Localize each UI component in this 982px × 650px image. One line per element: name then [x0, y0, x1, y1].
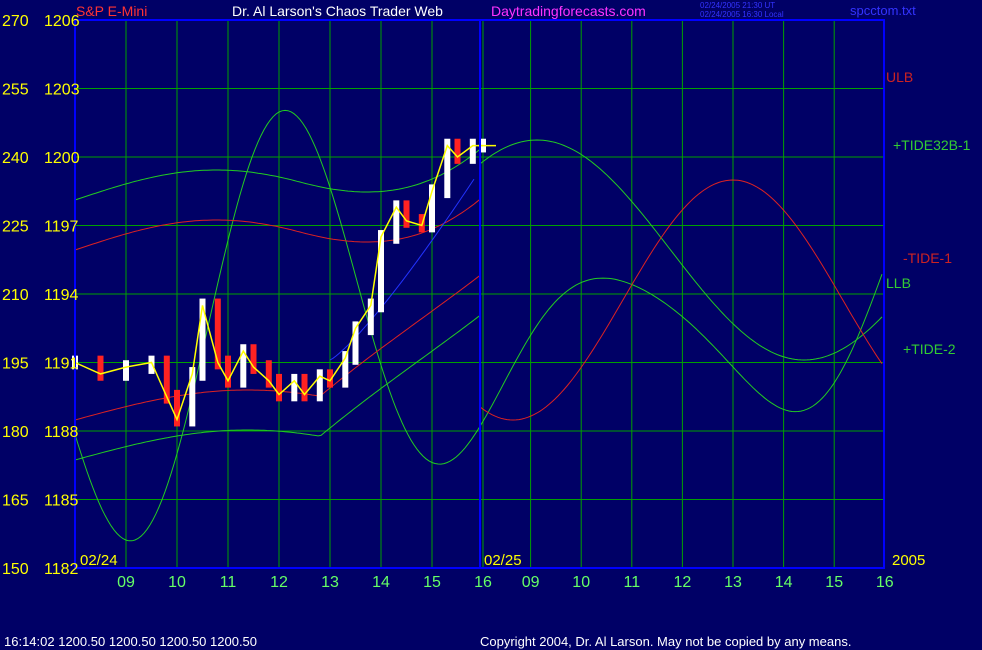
- y-label-left: 255: [2, 82, 29, 99]
- y-label-left: 150: [2, 561, 29, 578]
- y-label-price: 1188: [44, 424, 79, 441]
- copyright-notice: Copyright 2004, Dr. Al Larson. May not b…: [480, 634, 851, 649]
- price-bar: [469, 138, 476, 164]
- date-label: 02/24: [80, 552, 118, 569]
- y-label-price: 1182: [44, 561, 79, 578]
- y-label-left: 195: [2, 356, 29, 373]
- series-label: ULB: [886, 69, 913, 85]
- x-tick-label: 10: [572, 574, 590, 591]
- y-label-price: 1206: [44, 13, 80, 30]
- x-tick-label: 11: [220, 574, 237, 591]
- file-name: spcctom.txt: [850, 3, 916, 18]
- series-label: +TIDE32B-1: [893, 137, 971, 153]
- quote-line: 16:14:02 1200.50 1200.50 1200.50 1200.50: [4, 634, 257, 649]
- price-bar: [276, 373, 282, 402]
- x-tick-label: 09: [522, 574, 540, 591]
- x-tick-label: 16: [876, 574, 894, 591]
- y-label-price: 1200: [44, 150, 80, 167]
- price-bar: [454, 138, 461, 164]
- date-label: 02/25: [484, 552, 522, 569]
- site-title: Dr. Al Larson's Chaos Trader Web: [232, 3, 443, 19]
- chart-canvas: 270 255 240 225 210 195 180 165 150 1206 1203 1200 1…: [0, 0, 982, 650]
- x-tick-label: 12: [674, 574, 692, 591]
- price-bar: [378, 230, 384, 313]
- timestamp-local: 02/24/2005 16:30 Local: [700, 10, 784, 19]
- price-bar: [403, 200, 410, 228]
- x-tick-label: 14: [775, 574, 793, 591]
- price-bar: [291, 373, 298, 402]
- x-tick-label: 10: [168, 574, 186, 591]
- y-label-left: 165: [2, 493, 29, 510]
- price-bar: [123, 360, 129, 381]
- y-label-left: 240: [2, 150, 29, 167]
- instrument-title: S&P E-Mini: [76, 3, 147, 19]
- y-label-price: 1203: [44, 82, 80, 99]
- y-label-left: 180: [2, 424, 29, 441]
- y-label-price: 1191: [44, 356, 79, 373]
- y-label-left: 225: [2, 219, 29, 236]
- x-tick-label: 15: [825, 574, 843, 591]
- series-label: +TIDE-2: [903, 341, 956, 357]
- price-bar: [97, 355, 104, 381]
- series-label: -TIDE-1: [903, 250, 952, 266]
- series-label: LLB: [886, 275, 911, 291]
- x-tick-label: 15: [423, 574, 441, 591]
- y-label-left: 270: [2, 13, 29, 30]
- y-label-price: 1194: [44, 287, 79, 304]
- x-tick-label: 11: [623, 574, 640, 591]
- y-label-price: 1185: [44, 493, 79, 510]
- y-label-left: 210: [2, 287, 29, 304]
- x-tick-label: 14: [372, 574, 390, 591]
- x-tick-label: 13: [321, 574, 339, 591]
- x-tick-label: 09: [117, 574, 135, 591]
- x-tick-label: 13: [724, 574, 742, 591]
- year-label: 2005: [892, 552, 925, 569]
- x-tick-label: 16: [474, 574, 492, 591]
- x-tick-label: 12: [270, 574, 288, 591]
- price-bar: [148, 355, 155, 374]
- price-bar: [225, 355, 231, 388]
- price-bar: [214, 298, 221, 370]
- chart-window: 270 255 240 225 210 195 180 165 150 1206 1203 1200 1…: [0, 0, 982, 650]
- price-bar: [316, 369, 323, 402]
- timestamp-ut: 02/24/2005 21:30 UT: [700, 1, 775, 10]
- price-bar: [301, 373, 308, 402]
- site-url-link[interactable]: Daytradingforecasts.com: [491, 3, 646, 19]
- y-label-price: 1197: [44, 219, 79, 236]
